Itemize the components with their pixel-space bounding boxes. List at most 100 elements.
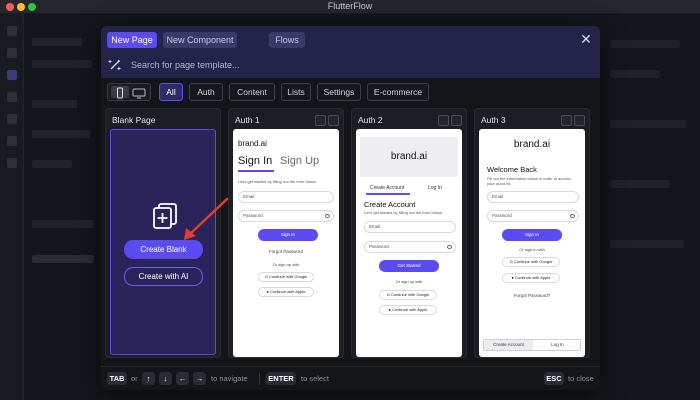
- password-label: Password: [369, 244, 389, 249]
- google-label: Continue with Google: [390, 292, 430, 297]
- card-blank-page[interactable]: Blank Page Create Blank Create with AI: [105, 108, 221, 358]
- seg-create-account: Create Account: [370, 185, 405, 191]
- google-button: G Continue with Google: [258, 272, 314, 282]
- auth2-preview: brand.ai Create Account Log In Create Ac…: [356, 129, 462, 357]
- auth3-preview: brand.ai Welcome Back Fill out the infor…: [479, 129, 585, 357]
- keyboard-hint-bar: TAB or ↑ ↓ ← → to navigate ENTER to sele…: [101, 366, 600, 390]
- background-item: [32, 130, 90, 138]
- heading: Welcome Back: [487, 165, 537, 174]
- divider: [259, 373, 260, 385]
- email-field: Email: [238, 191, 334, 203]
- password-field: Password: [238, 210, 334, 222]
- card-view-icons: [559, 113, 585, 126]
- window-titlebar: FlutterFlow: [0, 0, 700, 14]
- card-view-icons: [436, 113, 462, 126]
- filter-content[interactable]: Content: [229, 83, 275, 101]
- desktop-view-button[interactable]: [130, 86, 148, 99]
- rail-icon: [7, 26, 17, 36]
- filter-auth[interactable]: Auth: [189, 83, 223, 101]
- tab-log-in: Log In: [551, 342, 564, 347]
- mobile-icon[interactable]: [315, 115, 326, 126]
- close-icon[interactable]: ✕: [579, 32, 593, 46]
- background-item: [610, 240, 684, 248]
- tab-key: TAB: [107, 372, 127, 385]
- tab-sign-in: Sign In: [238, 155, 273, 167]
- or-sign-in: Or sign in with: [519, 247, 545, 252]
- filter-all[interactable]: All: [159, 83, 183, 101]
- tab-new-page[interactable]: New Page: [107, 32, 157, 48]
- create-with-ai-button[interactable]: Create with AI: [124, 267, 203, 286]
- desktop-icon: [132, 88, 146, 99]
- apple-button: ● Continue with Apple: [379, 305, 437, 315]
- background-item: [32, 220, 94, 228]
- active-tab-underline: [366, 193, 410, 195]
- close-text: to close: [568, 374, 594, 383]
- password-field: Password: [487, 210, 579, 222]
- seg-log-in: Log In: [428, 185, 442, 191]
- desktop-icon[interactable]: [451, 115, 462, 126]
- mobile-icon[interactable]: [438, 115, 449, 126]
- mobile-icon: [117, 87, 123, 99]
- subtitle: Fill out the information below in order …: [487, 176, 571, 186]
- background-item: [32, 100, 77, 108]
- esc-key: ESC: [544, 372, 564, 385]
- heading: Create Account: [364, 200, 416, 209]
- background-item: [610, 70, 660, 78]
- tab-new-component[interactable]: New Component: [163, 32, 237, 48]
- magic-search-icon: [108, 59, 121, 70]
- enter-key: ENTER: [266, 372, 296, 385]
- eye-icon: [325, 214, 330, 218]
- mobile-view-button[interactable]: [111, 86, 129, 99]
- filter-settings[interactable]: Settings: [317, 83, 361, 101]
- card-auth-2[interactable]: Auth 2 brand.ai Create Account Log In Cr…: [351, 108, 467, 358]
- email-field: Email: [487, 191, 579, 203]
- card-auth-1[interactable]: Auth 1 brand.ai Sign In Sign Up Let's ge…: [228, 108, 344, 358]
- apple-label: Continue with Apple: [515, 275, 551, 280]
- mobile-icon[interactable]: [561, 115, 572, 126]
- brand-logo: brand.ai: [390, 151, 428, 162]
- forgot-password: Forgot Password?: [513, 293, 551, 298]
- password-label: Password: [243, 213, 263, 218]
- search-input[interactable]: [131, 56, 591, 74]
- desktop-icon[interactable]: [328, 115, 339, 126]
- new-page-modal: New Page New Component Flows ✕ All Auth …: [101, 26, 600, 390]
- apple-button: ● Continue with Apple: [258, 287, 314, 297]
- background-item: [610, 40, 680, 48]
- eye-icon: [447, 245, 452, 249]
- password-label: Password: [492, 213, 512, 218]
- auth1-preview: brand.ai Sign In Sign Up Let's get start…: [233, 129, 339, 357]
- tab-flows[interactable]: Flows: [269, 32, 305, 48]
- rail-icon: [7, 158, 17, 168]
- blank-page-preview: Create Blank Create with AI: [110, 129, 216, 355]
- brand-logo: brand.ai: [238, 139, 267, 148]
- filter-ecommerce[interactable]: E-commerce: [367, 83, 429, 101]
- view-toggle: [107, 83, 151, 101]
- password-field: Password: [364, 241, 456, 253]
- card-view-icons: [313, 113, 339, 126]
- background-item: [610, 120, 686, 128]
- email-field: Email: [364, 221, 456, 233]
- desktop-icon[interactable]: [574, 115, 585, 126]
- get-started-button: Get Started: [379, 260, 439, 272]
- google-button: G Continue with Google: [379, 290, 437, 300]
- subtitle: Let's get started by filling out the for…: [238, 179, 317, 184]
- background-left-rail: [0, 14, 24, 400]
- hero-banner: brand.ai: [360, 137, 458, 177]
- card-title: Auth 1: [235, 115, 260, 125]
- apple-button: ● Continue with Apple: [502, 273, 560, 283]
- rail-icon: [7, 136, 17, 146]
- card-title: Blank Page: [112, 115, 156, 125]
- subtitle: Let's get started by filling out the for…: [364, 210, 443, 215]
- select-text: to select: [301, 374, 329, 383]
- create-blank-button[interactable]: Create Blank: [124, 240, 203, 259]
- card-auth-3[interactable]: Auth 3 brand.ai Welcome Back Fill out th…: [474, 108, 590, 358]
- window-title: FlutterFlow: [327, 1, 373, 11]
- filter-lists[interactable]: Lists: [281, 83, 311, 101]
- background-item: [32, 255, 94, 263]
- tab-create-account: Create Account: [484, 340, 533, 350]
- sign-in-button: Sign In: [502, 229, 562, 241]
- navigate-text: to navigate: [211, 374, 248, 383]
- right-arrow-key: →: [193, 372, 206, 385]
- background-item: [610, 180, 670, 188]
- card-title: Auth 3: [481, 115, 506, 125]
